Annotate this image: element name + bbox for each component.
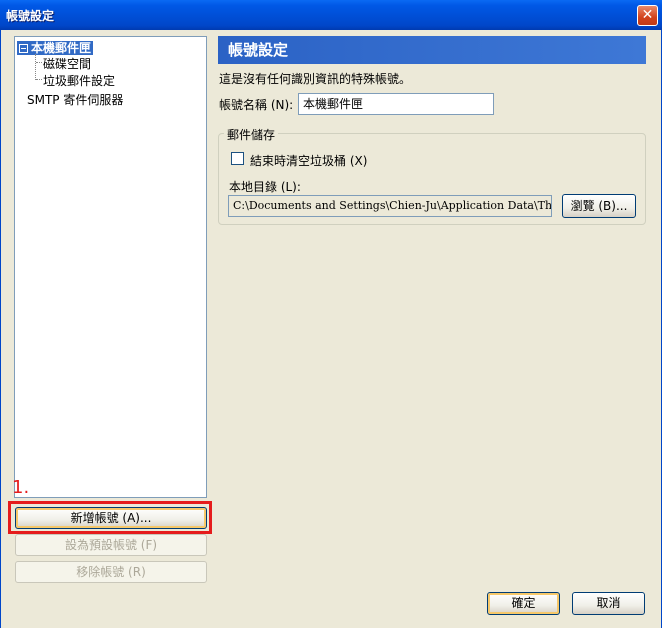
tree-item-junk-settings[interactable]: 垃圾郵件設定 bbox=[43, 72, 115, 89]
tree-connector bbox=[36, 79, 42, 80]
set-default-account-button[interactable]: 設為預設帳號 (F) bbox=[15, 534, 207, 556]
title-bar[interactable]: 帳號設定 ✕ bbox=[0, 0, 662, 30]
close-button[interactable]: ✕ bbox=[637, 5, 658, 26]
empty-trash-label[interactable]: 結束時清空垃圾桶 (X) bbox=[250, 152, 367, 169]
local-directory-label: 本地目錄 (L): bbox=[229, 180, 301, 194]
tree-item-smtp[interactable]: SMTP 寄件伺服器 bbox=[27, 91, 123, 108]
empty-trash-checkbox[interactable] bbox=[231, 152, 244, 165]
add-account-button[interactable]: 新增帳號 (A)... bbox=[15, 507, 207, 529]
tree-item-disk-space[interactable]: 磁碟空間 bbox=[43, 55, 91, 72]
tree-item-local-folders[interactable]: 本機郵件匣 bbox=[17, 39, 94, 56]
account-name-label: 帳號名稱 (N): bbox=[219, 98, 294, 112]
browse-button[interactable]: 瀏覽 (B)... bbox=[562, 194, 636, 218]
account-name-input[interactable]: 本機郵件匣 bbox=[298, 93, 494, 115]
local-directory-field[interactable]: C:\Documents and Settings\Chien-Ju\Appli… bbox=[228, 195, 552, 217]
cancel-button[interactable]: 取消 bbox=[572, 592, 645, 615]
tree-item-label: 垃圾郵件設定 bbox=[43, 74, 116, 88]
tree-connector bbox=[36, 62, 42, 63]
ok-button[interactable]: 確定 bbox=[487, 592, 560, 615]
collapse-icon[interactable] bbox=[19, 44, 28, 53]
annotation-step-label: 1. bbox=[12, 477, 30, 498]
close-icon: ✕ bbox=[641, 7, 654, 23]
account-tree[interactable]: 本機郵件匣 磁碟空間 垃圾郵件設定 SMTP 寄件伺服器 bbox=[14, 36, 207, 498]
panel-header: 帳號設定 bbox=[218, 36, 646, 64]
mail-storage-group-label: 郵件儲存 bbox=[224, 126, 279, 143]
panel-description: 這是沒有任何識別資訊的特殊帳號。 bbox=[219, 72, 412, 86]
window-title: 帳號設定 bbox=[6, 9, 55, 23]
tree-item-selected: 本機郵件匣 bbox=[17, 41, 94, 55]
tree-item-label: SMTP 寄件伺服器 bbox=[27, 93, 124, 107]
tree-connector bbox=[35, 54, 36, 80]
remove-account-button[interactable]: 移除帳號 (R) bbox=[15, 561, 207, 583]
tree-item-label: 磁碟空間 bbox=[43, 57, 92, 71]
tree-item-label: 本機郵件匣 bbox=[31, 41, 92, 55]
